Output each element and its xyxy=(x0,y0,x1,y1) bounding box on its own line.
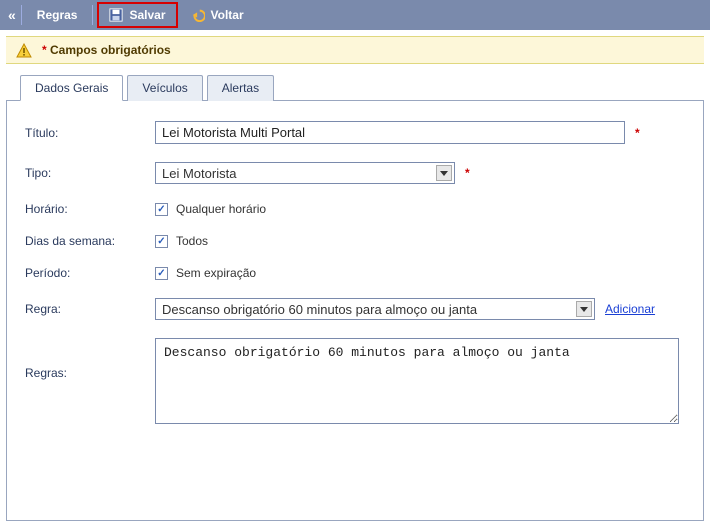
voltar-button[interactable]: Voltar xyxy=(180,3,255,27)
row-regras: Regras: Descanso obrigatório 60 minutos … xyxy=(25,338,685,424)
adicionar-link[interactable]: Adicionar xyxy=(605,302,655,316)
label-periodo: Período: xyxy=(25,266,155,280)
regras-label: Regras xyxy=(37,8,78,22)
tab-label: Veículos xyxy=(142,81,187,95)
tipo-select[interactable]: Lei Motorista xyxy=(155,162,455,184)
required-asterisk: * xyxy=(635,126,640,140)
dias-cb-label: Todos xyxy=(176,234,208,248)
periodo-checkbox[interactable]: ✓ xyxy=(155,267,168,280)
save-icon xyxy=(109,8,123,22)
regras-textarea[interactable]: Descanso obrigatório 60 minutos para alm… xyxy=(155,338,679,424)
tab-dados-gerais[interactable]: Dados Gerais xyxy=(20,75,123,101)
back-arrow-icon xyxy=(191,8,205,22)
toolbar-separator xyxy=(21,5,22,25)
row-dias: Dias da semana: ✓ Todos xyxy=(25,234,685,248)
tabs: Dados Gerais Veículos Alertas xyxy=(6,74,704,101)
salvar-button[interactable]: Salvar xyxy=(97,2,177,28)
label-tipo: Tipo: xyxy=(25,166,155,180)
tab-veiculos[interactable]: Veículos xyxy=(127,75,202,101)
row-tipo: Tipo: Lei Motorista * xyxy=(25,162,685,184)
notice-label: Campos obrigatórios xyxy=(50,43,171,57)
row-horario: Horário: ✓ Qualquer horário xyxy=(25,202,685,216)
label-dias: Dias da semana: xyxy=(25,234,155,248)
required-asterisk: * xyxy=(42,43,47,57)
horario-checkbox[interactable]: ✓ xyxy=(155,203,168,216)
tab-label: Dados Gerais xyxy=(35,81,108,95)
label-regra: Regra: xyxy=(25,302,155,316)
toolbar: « Regras Salvar Voltar xyxy=(0,0,710,30)
regra-select[interactable]: Descanso obrigatório 60 minutos para alm… xyxy=(155,298,595,320)
dropdown-icon xyxy=(436,165,452,181)
tipo-value: Lei Motorista xyxy=(162,166,236,181)
horario-cb-label: Qualquer horário xyxy=(176,202,266,216)
titulo-input[interactable] xyxy=(155,121,625,144)
voltar-label: Voltar xyxy=(211,8,244,22)
row-titulo: Título: * xyxy=(25,121,685,144)
tab-label: Alertas xyxy=(222,81,259,95)
tab-alertas[interactable]: Alertas xyxy=(207,75,274,101)
regra-value: Descanso obrigatório 60 minutos para alm… xyxy=(162,302,477,317)
required-fields-notice: * Campos obrigatórios xyxy=(6,36,704,64)
dropdown-icon xyxy=(576,301,592,317)
required-asterisk: * xyxy=(465,166,470,180)
row-periodo: Período: ✓ Sem expiração xyxy=(25,266,685,280)
notice-text-wrap: * Campos obrigatórios xyxy=(42,43,171,57)
warning-icon xyxy=(16,43,30,57)
periodo-cb-label: Sem expiração xyxy=(176,266,256,280)
dias-checkbox[interactable]: ✓ xyxy=(155,235,168,248)
form-panel: Título: * Tipo: Lei Motorista * Horário:… xyxy=(6,101,704,521)
salvar-label: Salvar xyxy=(129,8,165,22)
toolbar-separator xyxy=(92,5,93,25)
row-regra: Regra: Descanso obrigatório 60 minutos p… xyxy=(25,298,685,320)
regras-button[interactable]: Regras xyxy=(26,3,89,27)
label-regras: Regras: xyxy=(25,338,155,380)
label-horario: Horário: xyxy=(25,202,155,216)
label-titulo: Título: xyxy=(25,126,155,140)
collapse-chevrons-icon[interactable]: « xyxy=(4,7,17,23)
